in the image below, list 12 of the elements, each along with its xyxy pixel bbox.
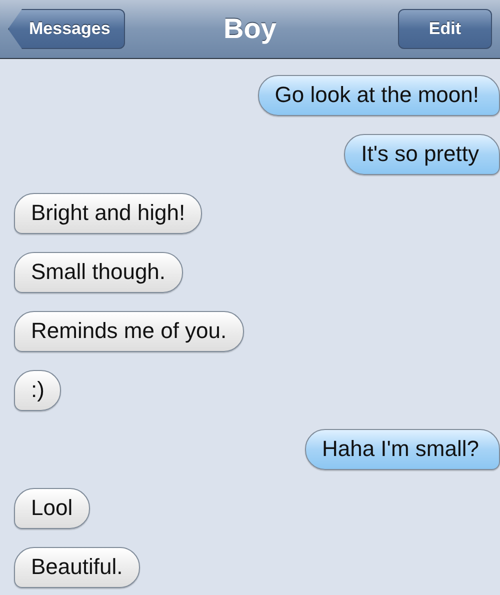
received-message-bubble: :) xyxy=(14,370,62,411)
edit-button[interactable]: Edit xyxy=(398,9,492,49)
back-button[interactable]: Messages xyxy=(8,9,126,49)
sent-message-bubble: It's so pretty xyxy=(344,134,500,175)
sent-message-bubble: Haha I'm small? xyxy=(304,429,500,470)
received-message-bubble: Beautiful. xyxy=(14,547,140,588)
conversation-title: Boy xyxy=(222,13,278,45)
received-message-bubble: Lool xyxy=(14,488,90,529)
sent-message-bubble: Go look at the moon! xyxy=(258,75,500,116)
received-message-bubble: Bright and high! xyxy=(14,193,202,234)
received-message-bubble: Small though. xyxy=(14,252,183,293)
received-message-bubble: Reminds me of you. xyxy=(14,311,244,352)
